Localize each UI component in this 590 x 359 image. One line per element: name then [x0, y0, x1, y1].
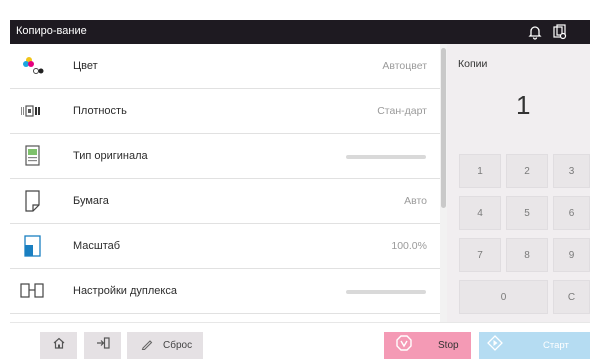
home-icon: [52, 336, 66, 355]
start-button[interactable]: Старт: [479, 332, 590, 359]
keypad-key-7[interactable]: 7: [459, 238, 501, 272]
menu-item-duplex[interactable]: Настройки дуплекса: [10, 269, 440, 314]
start-label: Старт: [543, 340, 569, 351]
menu-item-value: Автоцвет: [382, 60, 427, 72]
value-placeholder-bar: [346, 290, 426, 294]
page-title: Копиро-вание: [16, 25, 87, 37]
reset-button[interactable]: Сброс: [127, 332, 203, 359]
density-icon: [20, 100, 44, 122]
keypad-key-9[interactable]: 9: [553, 238, 590, 272]
keypad-key-1[interactable]: 1: [459, 154, 501, 188]
menu-item-label: Бумага: [73, 195, 109, 207]
zoom-icon: [20, 235, 44, 257]
paper-icon: [20, 190, 44, 212]
start-icon: [487, 335, 503, 356]
menu-item-paper[interactable]: Бумага Авто: [10, 179, 440, 224]
keypad-key-0[interactable]: 0: [459, 280, 548, 314]
copy-settings-icon[interactable]: [551, 23, 569, 41]
menu-item-label: Тип оригинала: [73, 150, 148, 162]
menu-item-original-type[interactable]: Тип оригинала: [10, 134, 440, 179]
keypad-key-8[interactable]: 8: [506, 238, 548, 272]
menu-item-label: Цвет: [73, 60, 98, 72]
stop-button[interactable]: Stop: [384, 332, 471, 359]
color-icon: [20, 55, 44, 77]
menu-item-value: Стан-дарт: [377, 105, 427, 117]
reset-label: Сброс: [163, 340, 193, 351]
menu-item-zoom[interactable]: Масштаб 100.0%: [10, 224, 440, 269]
scrollbar-thumb[interactable]: [441, 48, 446, 208]
eraser-icon: [141, 337, 153, 355]
keypad-key-clear[interactable]: C: [553, 280, 590, 314]
copies-label: Копии: [458, 58, 488, 70]
bell-icon[interactable]: [526, 23, 544, 41]
original-type-icon: [20, 145, 44, 167]
copies-count: 1: [516, 90, 531, 120]
duplex-icon: [20, 280, 44, 302]
keypad-key-5[interactable]: 5: [506, 196, 548, 230]
menu-item-label: Масштаб: [73, 240, 121, 252]
menu-item-value: 100.0%: [391, 240, 427, 252]
stop-icon: [396, 335, 412, 356]
menu-item-value: Авто: [404, 195, 427, 207]
login-icon: [96, 336, 110, 355]
title-bar: Копиро-вание: [10, 20, 590, 44]
keypad-key-3[interactable]: 3: [553, 154, 590, 188]
keypad-key-2[interactable]: 2: [506, 154, 548, 188]
menu-item-color[interactable]: Цвет Автоцвет: [10, 44, 440, 89]
copy-settings-list: Цвет Автоцвет Плотность Стан-дарт Тип ор…: [10, 44, 440, 322]
stop-label: Stop: [438, 340, 459, 351]
keypad-key-6[interactable]: 6: [553, 196, 590, 230]
login-button[interactable]: [84, 332, 121, 359]
value-placeholder-bar: [346, 155, 426, 159]
menu-item-label: Плотность: [73, 105, 127, 117]
menu-item-label: Настройки дуплекса: [73, 285, 177, 297]
keypad-key-4[interactable]: 4: [459, 196, 501, 230]
home-button[interactable]: [40, 332, 77, 359]
menu-item-density[interactable]: Плотность Стан-дарт: [10, 89, 440, 134]
